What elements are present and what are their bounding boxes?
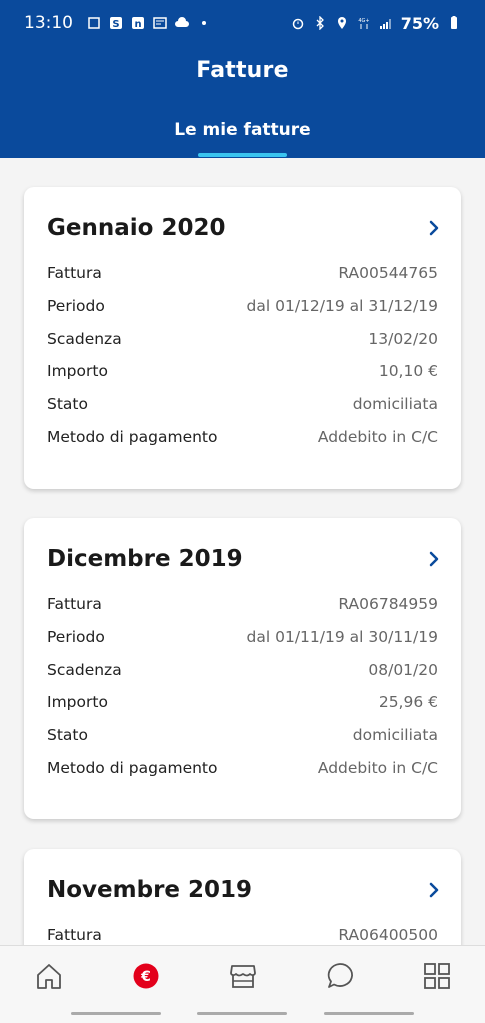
invoice-row-status: Stato domiciliata: [47, 388, 438, 421]
status-bar: 13:10 S n 4G+ 75%: [0, 0, 485, 46]
status-time: 13:10: [24, 13, 73, 33]
row-value: 13/02/20: [368, 329, 438, 348]
invoice-row-status: Stato domiciliata: [47, 719, 438, 752]
row-value: dal 01/12/19 al 31/12/19: [246, 297, 438, 316]
chevron-right-icon[interactable]: [427, 550, 441, 568]
invoice-card[interactable]: Novembre 2019 Fattura RA06400500: [24, 849, 461, 945]
row-value: Addebito in C/C: [317, 427, 438, 446]
invoice-month: Gennaio 2020: [47, 215, 226, 241]
euro-icon: €: [133, 963, 158, 988]
invoice-card[interactable]: Dicembre 2019 Fattura RA06784959 Periodo d…: [24, 518, 461, 819]
gesture-bar-center[interactable]: [197, 1012, 287, 1015]
bluetooth-icon: [313, 16, 327, 30]
row-label: Fattura: [47, 264, 102, 283]
page-title: Fatture: [196, 58, 289, 83]
tab-my-invoices[interactable]: Le mie fatture: [0, 120, 485, 140]
row-label: Scadenza: [47, 329, 122, 348]
nav-store[interactable]: [213, 946, 273, 1006]
signal-icon: [379, 16, 393, 30]
bottom-navigation: €: [0, 945, 485, 1005]
gesture-bar-left[interactable]: [71, 1012, 161, 1015]
row-label: Fattura: [47, 926, 102, 945]
row-label: Periodo: [47, 628, 105, 647]
row-label: Scadenza: [47, 660, 122, 679]
row-value: RA00544765: [338, 264, 438, 283]
home-icon: [36, 963, 61, 989]
invoice-card[interactable]: Gennaio 2020 Fattura RA00544765 Periodo da…: [24, 187, 461, 489]
row-value: Addebito in C/C: [317, 758, 438, 777]
nav-invoices[interactable]: €: [116, 946, 176, 1006]
row-label: Metodo di pagamento: [47, 427, 218, 446]
invoice-row-amount: Importo 10,10 €: [47, 355, 438, 388]
invoice-row-due: Scadenza 08/01/20: [47, 653, 438, 686]
row-label: Importo: [47, 362, 108, 381]
news-icon: [153, 16, 167, 30]
invoice-row-number: Fattura RA06400500: [47, 919, 438, 945]
invoice-row-due: Scadenza 13/02/20: [47, 322, 438, 355]
grid-icon: [423, 962, 450, 989]
dot-icon: [197, 16, 211, 30]
row-value: domiciliata: [352, 395, 438, 414]
nav-chat[interactable]: [310, 946, 370, 1006]
invoice-row-period: Periodo dal 01/12/19 al 31/12/19: [47, 290, 438, 323]
alarm-icon: [291, 16, 305, 30]
invoice-row-payment: Metodo di pagamento Addebito in C/C: [47, 420, 438, 453]
gesture-bar-right[interactable]: [324, 1012, 414, 1015]
invoice-month: Dicembre 2019: [47, 546, 243, 572]
row-label: Importo: [47, 693, 108, 712]
row-label: Stato: [47, 395, 88, 414]
svg-text:€: €: [140, 969, 151, 985]
row-value: domiciliata: [352, 726, 438, 745]
row-label: Stato: [47, 726, 88, 745]
lte-icon: 4G+: [357, 16, 371, 30]
row-label: Periodo: [47, 297, 105, 316]
notification-icon: [87, 16, 101, 30]
battery-level: 75%: [400, 13, 439, 33]
row-value: 25,96 €: [378, 693, 438, 712]
row-label: Metodo di pagamento: [47, 758, 218, 777]
row-value: RA06400500: [338, 926, 438, 945]
invoice-month: Novembre 2019: [47, 877, 253, 903]
invoice-row-period: Periodo dal 01/11/19 al 30/11/19: [47, 621, 438, 654]
invoice-list[interactable]: Gennaio 2020 Fattura RA00544765 Periodo da…: [0, 158, 485, 945]
battery-icon: [447, 16, 461, 30]
tab-indicator: [198, 153, 287, 157]
gesture-area: [0, 1005, 485, 1023]
n-app-icon: n: [131, 16, 145, 30]
row-label: Fattura: [47, 595, 102, 614]
store-icon: [229, 964, 256, 988]
location-icon: [335, 16, 349, 30]
invoice-row-number: Fattura RA00544765: [47, 257, 438, 290]
chevron-right-icon[interactable]: [427, 881, 441, 899]
svg-text:4G+: 4G+: [358, 18, 369, 24]
s-app-icon: S: [109, 16, 123, 30]
svg-text:S: S: [112, 19, 119, 30]
nav-home[interactable]: [19, 946, 79, 1006]
invoice-row-payment: Metodo di pagamento Addebito in C/C: [47, 751, 438, 784]
app-header: 13:10 S n 4G+ 75% Fatture Le mie fatture: [0, 0, 485, 158]
svg-text:n: n: [134, 19, 141, 30]
cloud-icon: [175, 16, 189, 30]
nav-more[interactable]: [407, 946, 467, 1006]
row-value: 08/01/20: [368, 660, 438, 679]
chevron-right-icon[interactable]: [427, 219, 441, 237]
row-value: RA06784959: [338, 595, 438, 614]
chat-icon: [327, 962, 353, 988]
row-value: 10,10 €: [378, 362, 438, 381]
invoice-row-number: Fattura RA06784959: [47, 588, 438, 621]
invoice-row-amount: Importo 25,96 €: [47, 686, 438, 719]
row-value: dal 01/11/19 al 30/11/19: [246, 628, 438, 647]
